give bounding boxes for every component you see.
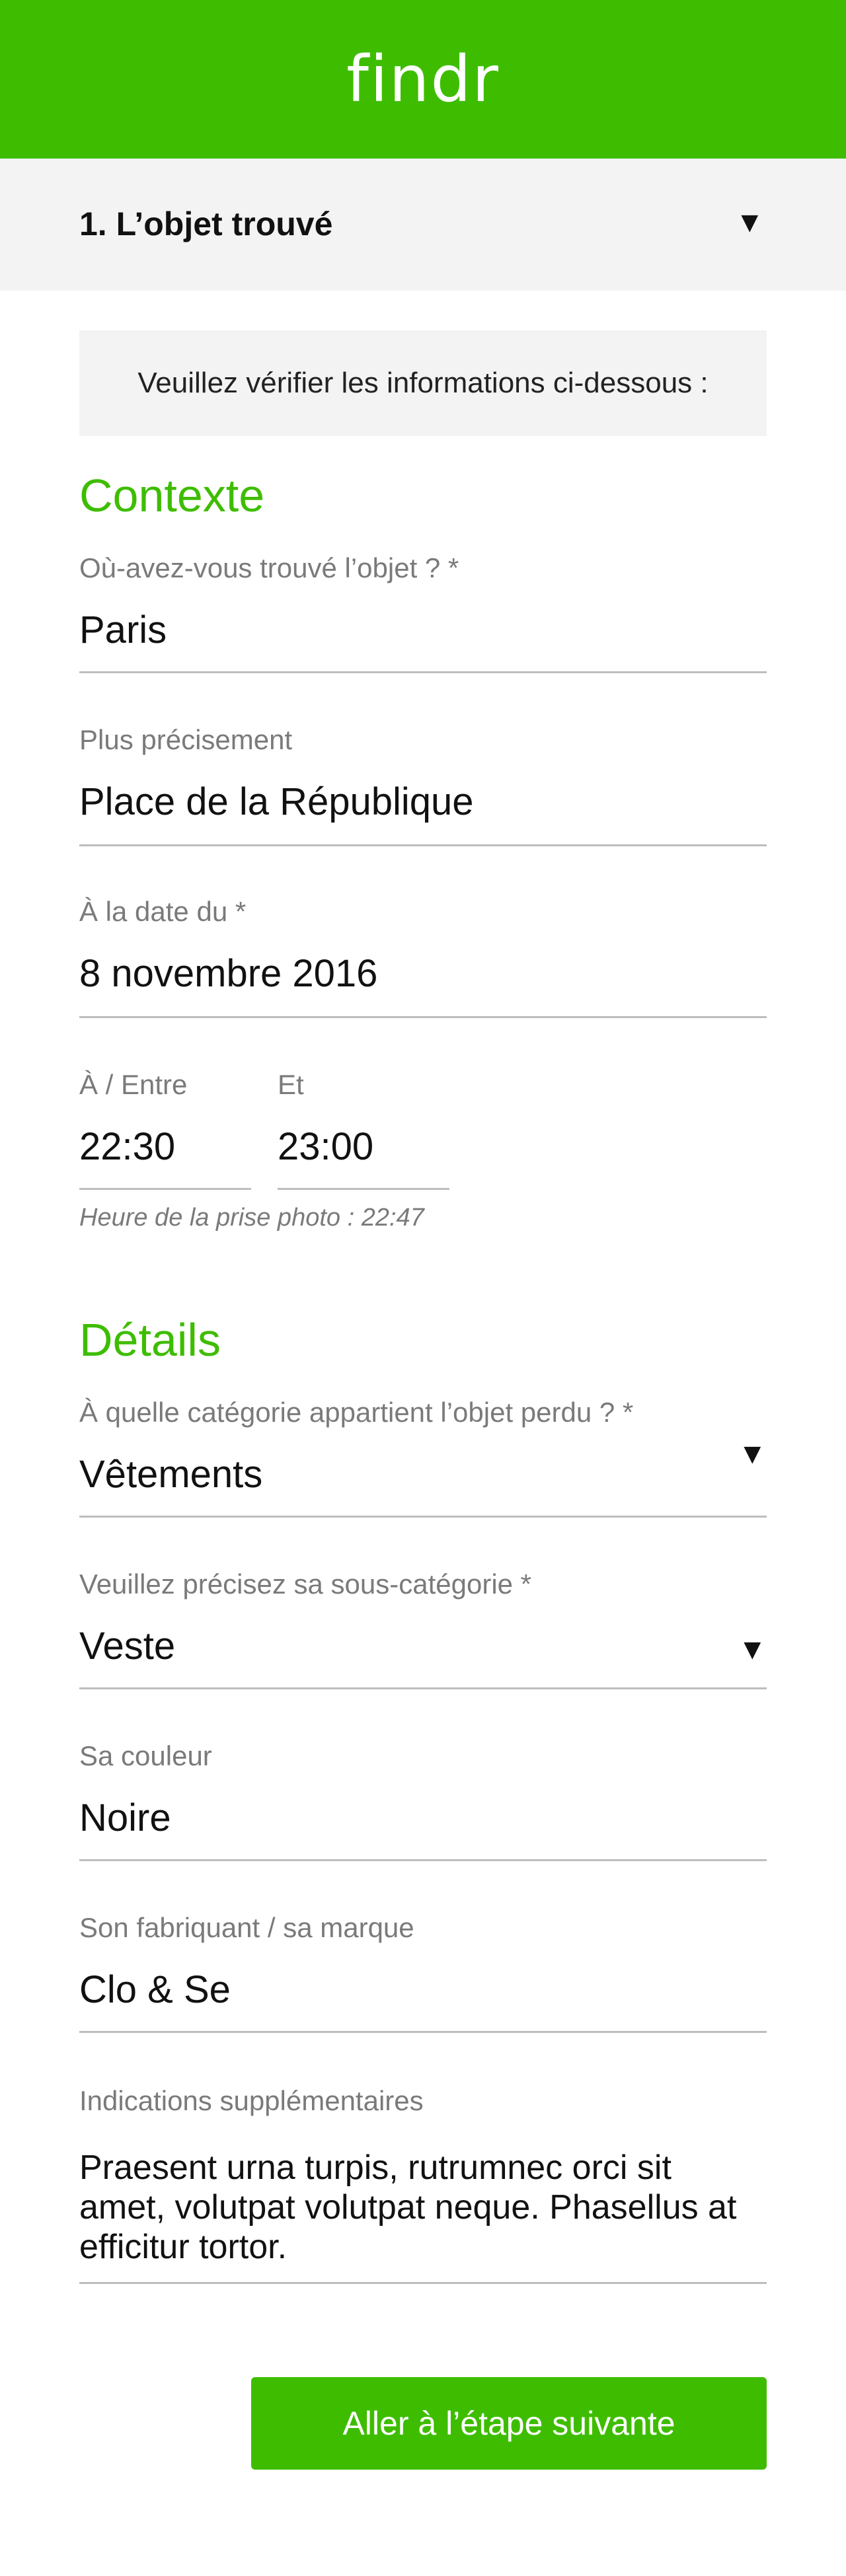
field-underline — [79, 1516, 767, 1518]
where-field[interactable]: Où-avez-vous trouvé l’objet ? * Paris — [79, 552, 767, 678]
step-title: 1. L’objet trouvé — [79, 205, 333, 242]
time-from-field[interactable]: À / Entre 22:30 — [79, 1069, 251, 1195]
section-title-context: Contexte — [79, 470, 265, 521]
time-to-field[interactable]: Et 23:00 — [278, 1069, 449, 1195]
time-from-input[interactable]: 22:30 — [79, 1124, 175, 1169]
chevron-down-icon[interactable]: ▼ — [738, 1633, 767, 1666]
color-input[interactable]: Noire — [79, 1796, 171, 1840]
field-underline — [79, 1016, 767, 1018]
precise-field[interactable]: Plus précisement Place de la République — [79, 724, 767, 850]
field-underline — [79, 2031, 767, 2033]
precise-input[interactable]: Place de la République — [79, 780, 474, 824]
time-from-label: À / Entre — [79, 1069, 188, 1100]
extra-info-label: Indications supplémentaires — [79, 2085, 424, 2116]
brand-input[interactable]: Clo & Se — [79, 1968, 231, 2012]
field-underline — [79, 844, 767, 846]
category-select[interactable]: À quelle catégorie appartient l’objet pe… — [79, 1397, 767, 1522]
field-underline — [79, 2282, 767, 2284]
field-underline — [278, 1188, 449, 1190]
date-field[interactable]: À la date du * 8 novembre 2016 — [79, 896, 767, 1021]
findr-logo[interactable]: findr — [346, 42, 500, 116]
category-label: À quelle catégorie appartient l’objet pe… — [79, 1397, 634, 1428]
step-accordion-header[interactable]: 1. L’objet trouvé ▼ — [0, 159, 846, 291]
time-to-label: Et — [278, 1069, 304, 1100]
field-underline — [79, 1859, 767, 1861]
field-underline — [79, 1687, 767, 1689]
section-title-details: Détails — [79, 1314, 221, 1366]
subcategory-label: Veuillez précisez sa sous-catégorie * — [79, 1568, 532, 1600]
color-label: Sa couleur — [79, 1740, 212, 1771]
app-header: findr — [0, 0, 846, 159]
subcategory-select[interactable]: Veuillez précisez sa sous-catégorie * Ve… — [79, 1568, 767, 1694]
where-label: Où-avez-vous trouvé l’objet ? * — [79, 552, 459, 583]
chevron-down-icon[interactable]: ▼ — [738, 1438, 767, 1471]
extra-info-field[interactable]: Indications supplémentaires Praesent urn… — [79, 2085, 767, 2284]
field-underline — [79, 671, 767, 673]
extra-info-textarea[interactable]: Praesent urna turpis, rutrumnec orci sit… — [79, 2148, 753, 2267]
photo-time-hint: Heure de la prise photo : 22:47 — [79, 1204, 424, 1232]
date-input[interactable]: 8 novembre 2016 — [79, 951, 377, 996]
field-underline — [79, 1188, 251, 1190]
date-label: À la date du * — [79, 896, 247, 927]
time-to-input[interactable]: 23:00 — [278, 1124, 373, 1169]
chevron-down-icon[interactable]: ▼ — [735, 206, 764, 239]
brand-field[interactable]: Son fabriquant / sa marque Clo & Se — [79, 1912, 767, 2038]
color-field[interactable]: Sa couleur Noire — [79, 1740, 767, 1866]
precise-label: Plus précisement — [79, 724, 293, 755]
next-step-button[interactable]: Aller à l’étape suivante — [251, 2377, 767, 2470]
verification-notice: Veuillez vérifier les informations ci-de… — [79, 330, 767, 436]
brand-label: Son fabriquant / sa marque — [79, 1912, 414, 1943]
subcategory-value[interactable]: Veste — [79, 1624, 175, 1668]
where-input[interactable]: Paris — [79, 608, 167, 652]
category-value[interactable]: Vêtements — [79, 1452, 262, 1496]
